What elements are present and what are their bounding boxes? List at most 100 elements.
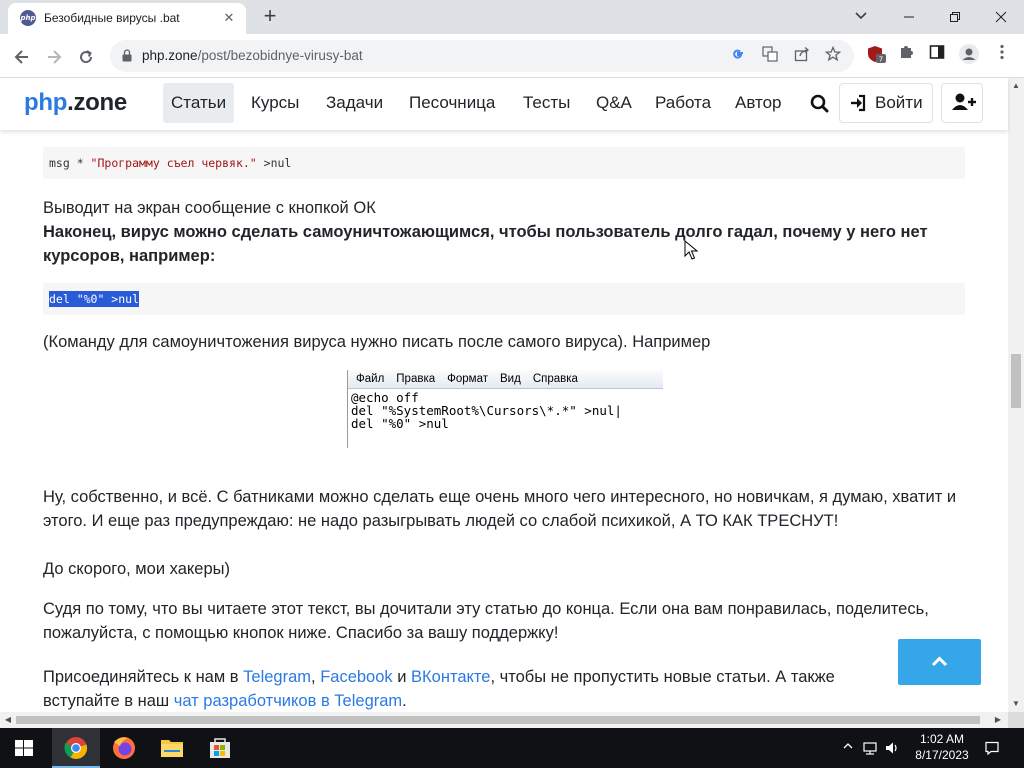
telegram-link[interactable]: Telegram (243, 668, 311, 686)
code-msg-command: msg * (49, 156, 91, 170)
chat-text-start: вступайте в наш (43, 692, 174, 710)
taskbar-clock[interactable]: 1:02 AM 8/17/2023 (906, 731, 978, 763)
tab-strip: php Безобидные вирусы .bat ✕ + (0, 0, 1024, 34)
nav-qa[interactable]: Q&A (588, 83, 640, 123)
notepad-menu-file: Файл (356, 373, 385, 385)
paragraph-command-note: (Команду для самоуничтожения вируса нужн… (43, 333, 711, 351)
shield-extension-icon[interactable]: 7 (864, 44, 888, 68)
new-tab-button[interactable]: + (256, 4, 284, 30)
code-msg-tail: >nul (256, 156, 292, 170)
search-icon[interactable] (808, 92, 832, 116)
back-button[interactable] (8, 42, 36, 70)
site-logo[interactable]: php.zone (24, 89, 127, 117)
nav-jobs[interactable]: Работа (647, 83, 719, 123)
forward-button[interactable] (40, 42, 68, 70)
clock-time: 1:02 AM (919, 732, 965, 746)
login-button[interactable]: Войти (839, 83, 933, 123)
profile-avatar-icon[interactable] (957, 44, 981, 68)
notepad-screenshot: Файл Правка Формат Вид Справка @echo off del… (347, 370, 663, 448)
join-text-end: , чтобы не пропустить новые статьи. А та… (490, 668, 835, 686)
bookmark-star-icon[interactable] (823, 45, 843, 66)
vertical-scroll-thumb[interactable] (1011, 354, 1021, 408)
tab-search-chevron-icon[interactable] (850, 6, 872, 26)
reload-button[interactable] (72, 42, 100, 70)
scroll-up-arrow-icon[interactable]: ▲ (1008, 78, 1024, 94)
scroll-left-arrow-icon[interactable]: ◀ (0, 712, 16, 728)
chat-text-end: . (402, 692, 407, 710)
url-text[interactable]: php.zone/post/bezobidnye-virusy-bat (142, 48, 363, 63)
volume-icon[interactable] (884, 740, 900, 756)
join-text-and: и (392, 668, 412, 686)
notepad-menu-help: Справка (532, 373, 578, 385)
windows-taskbar: 1:02 AM 8/17/2023 (0, 728, 1024, 768)
start-button[interactable] (0, 728, 48, 768)
horizontal-scrollbar[interactable]: ◀ ▶ (0, 712, 1008, 728)
lock-icon[interactable] (122, 49, 132, 62)
vertical-scrollbar[interactable]: ▲ ▼ (1008, 78, 1024, 712)
chevron-up-icon (931, 656, 948, 667)
paragraph-chat: вступайте в наш чат разработчиков в Tele… (43, 689, 968, 712)
login-label: Войти (875, 93, 923, 112)
share-icon[interactable] (792, 46, 812, 66)
site-header: php.zone Статьи Курсы Задачи Песочница Т… (0, 78, 1008, 130)
taskbar-store[interactable] (196, 728, 244, 768)
notepad-menu-view: Вид (500, 373, 521, 385)
google-lens-icon[interactable] (728, 46, 748, 66)
url-domain: php.zone (142, 48, 198, 63)
scroll-down-arrow-icon[interactable]: ▼ (1008, 696, 1024, 712)
code-block-del: del "%0" >nul (43, 283, 965, 315)
selected-code-text[interactable]: del "%0" >nul (49, 291, 140, 307)
nav-courses[interactable]: Курсы (243, 83, 307, 123)
browser-tab[interactable]: php Безобидные вирусы .bat ✕ (8, 3, 246, 34)
notepad-text: @echo off del "%SystemRoot%\Cursors\*.*"… (351, 390, 622, 431)
address-bar[interactable]: php.zone/post/bezobidnye-virusy-bat (110, 40, 854, 72)
paragraph-thanks: Судя по тому, что вы читаете этот текст,… (43, 600, 929, 642)
paragraph-ok-message: Выводит на экран сообщение с кнопкой ОК (43, 199, 376, 217)
paragraph-self-destruct: Наконец, вирус можно сделать самоуничтож… (43, 223, 928, 265)
scrollbar-corner (1008, 712, 1024, 728)
translate-icon[interactable] (760, 46, 780, 66)
mouse-cursor-icon (684, 240, 698, 260)
notepad-menu: Файл Правка Формат Вид Справка (348, 370, 663, 389)
extension-badge: 7 (879, 56, 883, 64)
article-content: msg * "Программу съел червяк." >nul Выво… (0, 130, 1008, 712)
notifications-icon[interactable] (984, 740, 1000, 756)
telegram-chat-link[interactable]: чат разработчиков в Telegram (174, 692, 402, 710)
tray-chevron-up-icon[interactable] (840, 740, 856, 756)
nav-sandbox[interactable]: Песочница (401, 83, 503, 123)
side-panel-icon[interactable] (925, 44, 949, 68)
code-msg-string: "Программу съел червяк." (90, 156, 257, 170)
minimize-button[interactable] (886, 0, 932, 32)
horizontal-scroll-thumb[interactable] (16, 716, 980, 724)
taskbar-firefox[interactable] (100, 728, 148, 768)
scroll-right-arrow-icon[interactable]: ▶ (990, 712, 1006, 728)
scroll-to-top-button[interactable] (898, 639, 981, 685)
register-button[interactable] (941, 83, 983, 123)
url-path: /post/bezobidnye-virusy-bat (197, 48, 363, 63)
nav-author[interactable]: Автор (727, 83, 790, 123)
folder-icon (161, 740, 183, 757)
store-bag-icon (210, 738, 230, 758)
paragraph-goodbye: До скорого, мои хакеры) (43, 560, 230, 578)
logo-zone-text: .zone (67, 89, 127, 116)
network-icon[interactable] (862, 740, 878, 756)
chrome-menu-icon[interactable] (990, 44, 1014, 68)
clock-date: 8/17/2023 (915, 748, 969, 762)
restore-button[interactable] (932, 0, 978, 32)
nav-tasks[interactable]: Задачи (318, 83, 391, 123)
nav-articles[interactable]: Статьи (163, 83, 235, 123)
facebook-link[interactable]: Facebook (320, 668, 392, 686)
close-window-button[interactable] (978, 0, 1024, 32)
windows-logo-icon (15, 740, 33, 756)
taskbar-file-explorer[interactable] (148, 728, 196, 768)
notepad-menu-format: Формат (447, 373, 488, 385)
join-text-start: Присоединяйтесь к нам в (43, 668, 244, 686)
code-block-msg: msg * "Программу съел червяк." >nul (43, 147, 965, 179)
tab-close-icon[interactable]: ✕ (220, 9, 238, 27)
puzzle-extensions-icon[interactable] (894, 44, 918, 68)
firefox-icon (113, 737, 135, 759)
sign-in-icon (851, 94, 866, 112)
nav-tests[interactable]: Тесты (515, 83, 578, 123)
vkontakte-link[interactable]: ВКонтакте (411, 668, 490, 686)
taskbar-chrome[interactable] (52, 728, 100, 768)
